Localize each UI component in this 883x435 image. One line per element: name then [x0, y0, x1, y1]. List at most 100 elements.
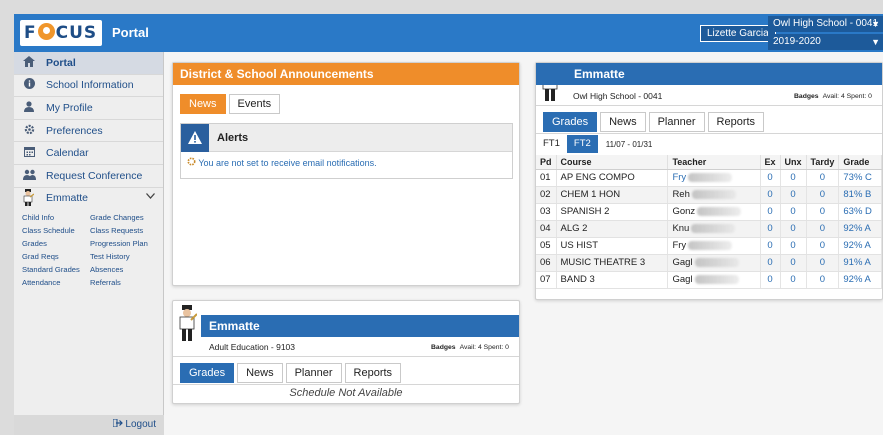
marking-period-ft1[interactable]: FT1 [536, 135, 567, 153]
tab-news[interactable]: News [237, 363, 283, 383]
cell-course: US HIST [556, 237, 669, 255]
user-menu-button[interactable]: Lizette Garcia [700, 25, 776, 42]
badges-avail: Avail: 4 [459, 344, 482, 351]
sidebar-item-request-conference[interactable]: Request Conference [14, 165, 163, 188]
cell-unx[interactable]: 0 [780, 169, 807, 187]
caret-down-icon: ▼ [871, 19, 880, 29]
table-row: 05 US HIST Fry 0 0 0 92% A [536, 237, 882, 255]
col-grade[interactable]: Grade [838, 155, 882, 170]
cell-unx[interactable]: 0 [780, 237, 807, 255]
sublink-attendance[interactable]: Attendance [22, 277, 90, 289]
cell-ex[interactable]: 0 [760, 254, 781, 272]
tab-planner[interactable]: Planner [285, 363, 342, 383]
cell-unx[interactable]: 0 [780, 220, 807, 238]
user-icon [22, 101, 36, 115]
cell-grade[interactable]: 81% B [838, 186, 882, 204]
cell-unx[interactable]: 0 [780, 271, 807, 289]
student-tabs: Grades News Planner Reports [180, 363, 402, 383]
focus-logo[interactable]: F CUS [20, 20, 102, 46]
cell-ex[interactable]: 0 [760, 186, 781, 204]
cell-teacher: Gagl [667, 271, 761, 289]
grades-table-header: Pd Course Teacher Ex Unx Tardy Grade [536, 155, 882, 170]
sublink-referrals[interactable]: Referrals [90, 277, 170, 289]
cell-grade[interactable]: 63% D [838, 203, 882, 221]
sublink-progression-plan[interactable]: Progression Plan [90, 238, 170, 250]
tab-grades[interactable]: Grades [180, 363, 235, 383]
col-teacher[interactable]: Teacher [667, 155, 761, 170]
cell-tardy[interactable]: 0 [806, 271, 840, 289]
redacted-text [691, 223, 736, 233]
cell-ex[interactable]: 0 [760, 203, 781, 221]
gear-icon [22, 124, 36, 138]
badges-spent: Spent: 0 [846, 93, 872, 100]
tab-reports[interactable]: Reports [707, 112, 765, 132]
cell-tardy[interactable]: 0 [806, 169, 840, 187]
tab-news[interactable]: News [180, 94, 226, 114]
tab-events[interactable]: Events [228, 94, 281, 114]
col-ex[interactable]: Ex [760, 155, 781, 170]
email-alert-link[interactable]: You are not set to receive email notific… [181, 152, 512, 168]
cell-tardy[interactable]: 0 [806, 220, 840, 238]
cell-tardy[interactable]: 0 [806, 203, 840, 221]
sublink-class-requests[interactable]: Class Requests [90, 225, 170, 237]
sidebar-item-portal[interactable]: Portal [14, 52, 163, 75]
badges-info[interactable]: Badges Avail: 4 Spent: 0 [794, 93, 872, 100]
sublink-child-info[interactable]: Child Info [22, 212, 90, 224]
cell-tardy[interactable]: 0 [806, 254, 840, 272]
sublink-absences[interactable]: Absences [90, 264, 170, 276]
cell-grade[interactable]: 92% A [838, 237, 882, 255]
sidebar-item-school-information[interactable]: School Information [14, 75, 163, 98]
announcements-title: District & School Announcements [173, 63, 519, 85]
notification-settings-icon [187, 157, 198, 168]
col-tardy[interactable]: Tardy [806, 155, 840, 170]
tab-news[interactable]: News [600, 112, 646, 132]
cell-grade[interactable]: 92% A [838, 220, 882, 238]
cell-pd: 07 [536, 271, 557, 289]
cell-grade[interactable]: 92% A [838, 271, 882, 289]
cell-ex[interactable]: 0 [760, 169, 781, 187]
tab-reports[interactable]: Reports [344, 363, 402, 383]
sidebar-student-toggle[interactable]: Emmatte [14, 188, 163, 208]
cell-tardy[interactable]: 0 [806, 186, 840, 204]
cell-ex[interactable]: 0 [760, 237, 781, 255]
col-course[interactable]: Course [556, 155, 669, 170]
cell-ex[interactable]: 0 [760, 220, 781, 238]
sublink-class-schedule[interactable]: Class Schedule [22, 225, 90, 237]
sublink-standard-grades[interactable]: Standard Grades [22, 264, 90, 276]
sublink-test-history[interactable]: Test History [90, 251, 170, 263]
alert-message: You are not set to receive email notific… [198, 158, 377, 168]
tab-planner[interactable]: Planner [648, 112, 705, 132]
logout-button[interactable]: Logout [14, 415, 164, 435]
school-select[interactable]: Owl High School - 0041 ▼ [768, 16, 883, 32]
cell-ex[interactable]: 0 [760, 271, 781, 289]
cell-teacher[interactable]: Fry [667, 169, 761, 187]
sidebar-item-label: Request Conference [46, 169, 143, 182]
cell-pd: 01 [536, 169, 557, 187]
top-bar: F CUS Portal Lizette Garcia Owl High Scho… [14, 14, 883, 52]
sublink-grad-reqs[interactable]: Grad Reqs [22, 251, 90, 263]
sidebar-item-label: Preferences [46, 124, 103, 137]
sidebar-item-preferences[interactable]: Preferences [14, 120, 163, 143]
calendar-icon [22, 146, 36, 160]
tab-grades[interactable]: Grades [543, 112, 598, 132]
cell-unx[interactable]: 0 [780, 186, 807, 204]
teacher-name: Fry [672, 172, 687, 183]
col-pd[interactable]: Pd [536, 155, 557, 170]
col-unx[interactable]: Unx [780, 155, 807, 170]
cell-grade[interactable]: 73% C [838, 169, 882, 187]
sidebar-item-calendar[interactable]: Calendar [14, 142, 163, 165]
logo-o-icon [37, 23, 55, 40]
teacher-name: Gagl [672, 274, 693, 285]
cell-teacher: Fry [667, 237, 761, 255]
marking-period-ft2[interactable]: FT2 [566, 135, 598, 153]
badges-info[interactable]: Badges Avail: 4 Spent: 0 [431, 344, 509, 351]
cell-tardy[interactable]: 0 [806, 237, 840, 255]
sublink-grades[interactable]: Grades [22, 238, 90, 250]
home-icon [22, 55, 36, 70]
sidebar-item-my-profile[interactable]: My Profile [14, 97, 163, 120]
cell-unx[interactable]: 0 [780, 203, 807, 221]
cell-unx[interactable]: 0 [780, 254, 807, 272]
year-select[interactable]: 2019-2020 ▼ [768, 34, 883, 50]
sublink-grade-changes[interactable]: Grade Changes [90, 212, 170, 224]
cell-grade[interactable]: 91% A [838, 254, 882, 272]
